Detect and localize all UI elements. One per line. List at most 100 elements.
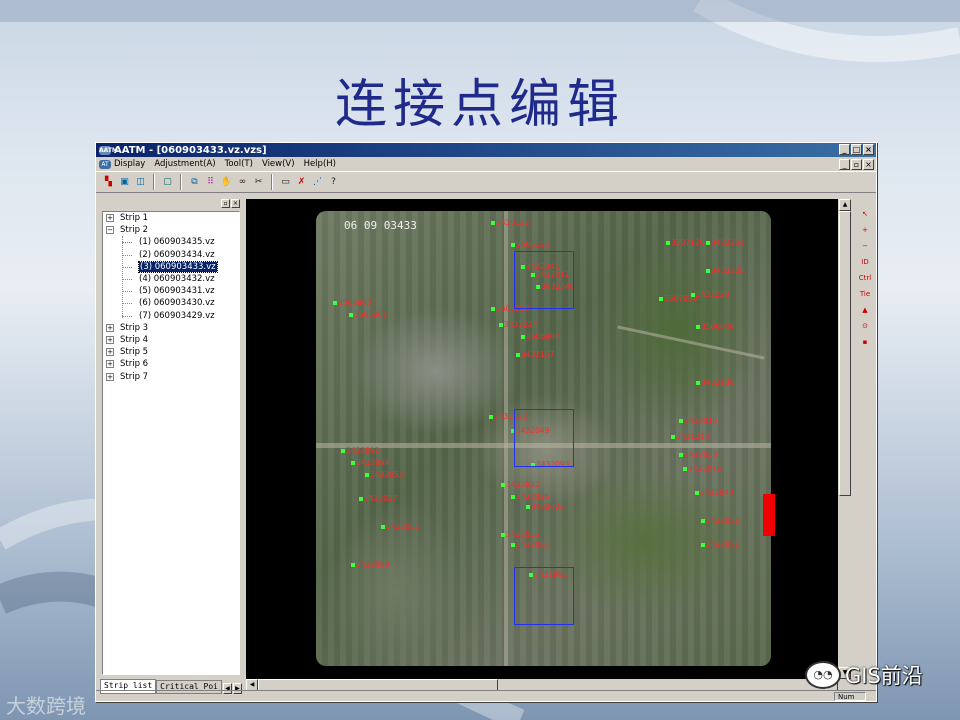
tree-strip-1[interactable]: + Strip 1	[103, 212, 239, 224]
cut-tool-icon[interactable]: ✗	[295, 176, 308, 189]
minimize-button[interactable]: _	[839, 144, 850, 155]
points-grid-icon[interactable]: ⠿	[204, 176, 217, 189]
tie-point-label[interactable]: 3432157	[515, 351, 554, 359]
selection-box-middle[interactable]	[514, 409, 574, 467]
tie-point-label[interactable]: 3432026	[510, 493, 549, 501]
doc-minimize-button[interactable]: _	[839, 159, 850, 170]
tie-point-label[interactable]: 3432071	[700, 541, 739, 549]
tree-image-7[interactable]: (7) 060903429.vz	[103, 310, 239, 322]
selection-box-top[interactable]	[514, 251, 574, 309]
tie-point-label[interactable]: 3432051	[380, 523, 419, 531]
tree-strip-4[interactable]: + Strip 4	[103, 334, 239, 346]
binoculars-icon[interactable]: ∞	[236, 176, 249, 189]
tie-point-label[interactable]: 3506048	[695, 323, 734, 331]
expand-icon[interactable]: +	[106, 323, 114, 332]
tie-point-label[interactable]: 3432235	[705, 267, 744, 275]
document-icon[interactable]: AT	[99, 159, 111, 169]
tree-image-4[interactable]: (4) 060903432.vz	[103, 273, 239, 285]
hand-pan-icon[interactable]: ✋	[220, 176, 233, 189]
tie-point-label[interactable]: 3432092	[340, 447, 379, 455]
tie-point-label[interactable]: 3432023	[525, 503, 564, 511]
tie-point-label[interactable]: 3432032	[500, 481, 539, 489]
panel-float-button[interactable]: ▫	[221, 199, 230, 208]
menu-view[interactable]: View(V)	[262, 159, 295, 169]
help-icon[interactable]: ?	[327, 176, 340, 189]
tie-point-label[interactable]: 3432224	[498, 321, 537, 329]
tie-point-label[interactable]: 3432251	[705, 239, 744, 247]
tie-point-label[interactable]: 3432053	[364, 471, 403, 479]
strip-view-icon[interactable]: ▚	[102, 176, 115, 189]
selection-box-bottom[interactable]	[514, 567, 574, 625]
close-button[interactable]: ×	[863, 144, 874, 155]
expand-icon[interactable]: +	[106, 348, 114, 357]
tie-point-label[interactable]: 3506983	[332, 299, 371, 307]
tie-point-label[interactable]: 3432228	[690, 291, 729, 299]
vertical-scrollbar[interactable]: ▲ ▼	[838, 199, 852, 679]
tie-point-label[interactable]: 3432076	[682, 465, 721, 473]
tie-point-label[interactable]: 3431213	[670, 433, 709, 441]
expand-icon[interactable]: +	[106, 360, 114, 369]
wechat-logo-icon: ◔◔	[805, 661, 841, 689]
single-image-icon[interactable]: ▢	[161, 176, 174, 189]
expand-icon[interactable]: +	[106, 372, 114, 381]
doc-restore-button[interactable]: ▫	[851, 159, 862, 170]
menu-display[interactable]: Display	[114, 159, 145, 169]
tie-point-label[interactable]: 3430122	[490, 219, 529, 227]
menu-help[interactable]: Help(H)	[304, 159, 336, 169]
tree-image-2[interactable]: (2) 060903434.vz	[103, 249, 239, 261]
zoom-in-icon[interactable]: +	[858, 223, 872, 237]
tie-point-label[interactable]: 3506122	[510, 241, 549, 249]
grid-view-icon[interactable]: ▣	[118, 176, 131, 189]
coordinates-icon[interactable]: ⋰	[311, 176, 324, 189]
tie-point-label[interactable]: 3507126	[665, 239, 704, 247]
tree-strip-7[interactable]: + Strip 7	[103, 370, 239, 382]
menu-adjustment[interactable]: Adjustment(A)	[154, 159, 215, 169]
tie-point-label[interactable]: 3432036	[500, 531, 539, 539]
zoom-fit-icon[interactable]: ⧉	[188, 176, 201, 189]
tie-point-label[interactable]: 3506301	[348, 311, 387, 319]
id-tool[interactable]: ID	[858, 255, 872, 269]
scroll-up-icon[interactable]: ▲	[839, 199, 851, 211]
tie-point-label[interactable]: 3432061	[510, 541, 549, 549]
tree-image-1[interactable]: (1) 060903435.vz	[103, 236, 239, 248]
panel-close-button[interactable]: ×	[231, 199, 240, 208]
tie-point-label[interactable]: 3432053	[678, 451, 717, 459]
tie-point-label[interactable]: 3432027	[358, 495, 397, 503]
tie-point-tool[interactable]: Tie	[858, 287, 872, 301]
tie-point-label[interactable]: 3506904	[520, 333, 559, 341]
control-point-tool[interactable]: Ctrl	[858, 271, 872, 285]
expand-icon[interactable]: +	[106, 335, 114, 344]
tie-point-label[interactable]: 3432138	[695, 379, 734, 387]
tree-strip-6[interactable]: + Strip 6	[103, 358, 239, 370]
tie-point-label[interactable]: 3432056	[700, 517, 739, 525]
aerial-photo[interactable]: 06 09 03433 3430122 3506122 3432341 3432311…	[316, 211, 771, 666]
tree-image-5[interactable]: (5) 060903431.vz	[103, 285, 239, 297]
tie-point-label[interactable]: 3432015	[678, 417, 717, 425]
tree-image-3-selected[interactable]: (3) 060903433.vz	[103, 260, 239, 273]
scroll-thumb-vertical[interactable]	[839, 211, 851, 496]
tree-strip-5[interactable]: + Strip 5	[103, 346, 239, 358]
tie-point-label[interactable]: 3432099	[350, 561, 389, 569]
triangle-tool-icon[interactable]: ▲	[858, 303, 872, 317]
doc-close-button[interactable]: ×	[863, 159, 874, 170]
photo-road	[504, 211, 508, 666]
scissors-icon[interactable]: ✂	[252, 176, 265, 189]
tree-strip-3[interactable]: + Strip 3	[103, 322, 239, 334]
keyboard-icon[interactable]: ▭	[279, 176, 292, 189]
maximize-button[interactable]: □	[851, 144, 862, 155]
num-lock-indicator: Num	[834, 692, 866, 701]
zoom-out-icon[interactable]: −	[858, 239, 872, 253]
save-icon[interactable]: ▪	[858, 335, 872, 349]
tie-point-label[interactable]: 3432043	[694, 489, 733, 497]
image-canvas[interactable]: 06 09 03433 3430122 3506122 3432341 3432311…	[246, 199, 852, 679]
tie-point-label[interactable]: 3432094	[350, 459, 389, 467]
right-tool-strip: ↖ + − ID Ctrl Tie ▲ ⊙ ▪	[856, 207, 874, 351]
expand-icon[interactable]: +	[106, 214, 114, 223]
collapse-icon[interactable]: −	[106, 226, 114, 235]
tree-image-6[interactable]: (6) 060903430.vz	[103, 297, 239, 309]
tree-strip-2[interactable]: − Strip 2	[103, 224, 239, 236]
pointer-tool-icon[interactable]: ↖	[858, 207, 872, 221]
pair-view-icon[interactable]: ◫	[134, 176, 147, 189]
target-tool-icon[interactable]: ⊙	[858, 319, 872, 333]
menu-tool[interactable]: Tool(T)	[225, 159, 253, 169]
